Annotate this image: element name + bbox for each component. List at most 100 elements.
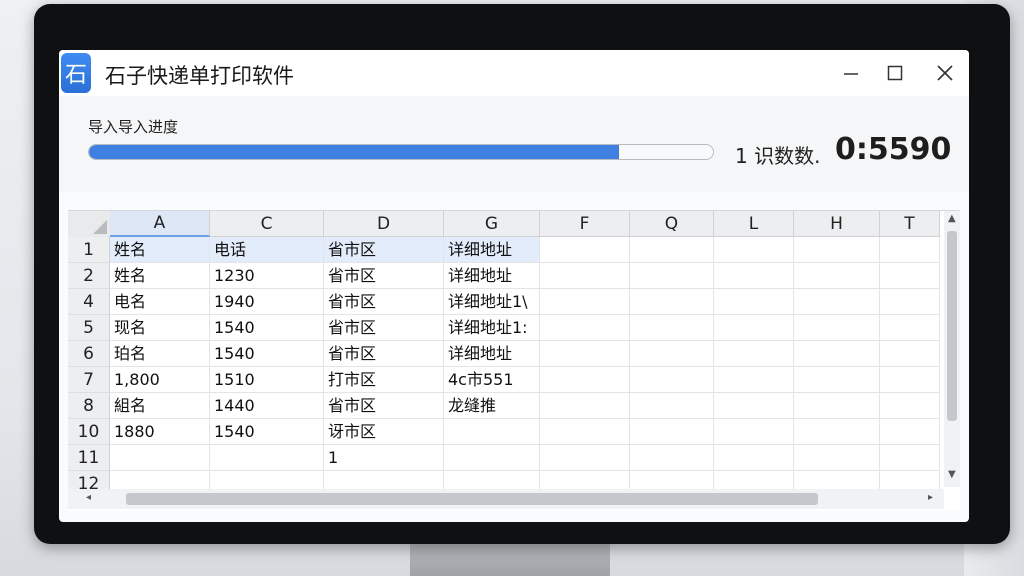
row-header[interactable]: 2 xyxy=(68,263,110,289)
row-header[interactable]: 4 xyxy=(68,289,110,315)
minimize-button[interactable] xyxy=(833,58,869,88)
table-cell[interactable] xyxy=(540,393,630,419)
vertical-scrollbar[interactable]: ▲ ▼ xyxy=(944,211,960,487)
table-cell[interactable] xyxy=(630,367,714,393)
table-cell[interactable] xyxy=(714,445,794,471)
table-cell[interactable] xyxy=(630,393,714,419)
table-cell[interactable]: 1880 xyxy=(110,419,210,445)
table-cell[interactable] xyxy=(714,393,794,419)
table-cell[interactable]: 1940 xyxy=(210,289,324,315)
table-cell[interactable] xyxy=(630,445,714,471)
column-header-q[interactable]: Q xyxy=(630,211,714,237)
table-cell[interactable] xyxy=(794,367,880,393)
column-header-g[interactable]: G xyxy=(444,211,540,237)
table-cell[interactable] xyxy=(540,341,630,367)
horizontal-scrollbar[interactable]: ◂ ▸ xyxy=(68,489,944,509)
column-header-l[interactable]: L xyxy=(714,211,794,237)
spreadsheet-grid[interactable]: A C D G F Q L H T 1 姓名 电话 省市区 详细地址 2 姓名 1230 省市区 详细地址 4 电名 19… xyxy=(68,210,960,511)
row-header[interactable]: 10 xyxy=(68,419,110,445)
table-cell[interactable]: 详细地址 xyxy=(444,341,540,367)
table-cell[interactable]: 讶市区 xyxy=(324,419,444,445)
table-cell[interactable] xyxy=(880,419,940,445)
arrow-up-icon[interactable]: ▲ xyxy=(948,213,956,224)
table-cell[interactable]: 省市区 xyxy=(324,393,444,419)
table-cell[interactable]: 1540 xyxy=(210,315,324,341)
table-cell[interactable]: 4c市551 xyxy=(444,367,540,393)
table-cell[interactable] xyxy=(880,315,940,341)
table-cell[interactable] xyxy=(630,289,714,315)
arrow-down-icon[interactable]: ▼ xyxy=(948,469,956,480)
table-cell[interactable] xyxy=(794,445,880,471)
table-cell[interactable]: 1,800 xyxy=(110,367,210,393)
table-cell[interactable]: 电话 xyxy=(210,237,324,263)
table-cell[interactable]: 省市区 xyxy=(324,341,444,367)
table-cell[interactable] xyxy=(540,263,630,289)
table-cell[interactable]: 省市区 xyxy=(324,315,444,341)
horizontal-scroll-thumb[interactable] xyxy=(126,493,818,505)
table-cell[interactable] xyxy=(880,367,940,393)
table-cell[interactable] xyxy=(630,237,714,263)
select-all-corner[interactable] xyxy=(68,211,111,238)
table-cell[interactable] xyxy=(880,237,940,263)
table-cell[interactable] xyxy=(540,367,630,393)
table-cell[interactable] xyxy=(794,393,880,419)
table-cell[interactable] xyxy=(110,445,210,471)
table-cell[interactable] xyxy=(880,341,940,367)
table-cell[interactable]: 详细地址 xyxy=(444,263,540,289)
table-cell[interactable] xyxy=(714,367,794,393)
table-cell[interactable] xyxy=(540,315,630,341)
row-header[interactable]: 1 xyxy=(68,237,110,263)
table-cell[interactable] xyxy=(540,445,630,471)
table-cell[interactable] xyxy=(444,419,540,445)
table-cell[interactable]: 珀名 xyxy=(110,341,210,367)
table-cell[interactable] xyxy=(630,341,714,367)
table-cell[interactable]: 組名 xyxy=(110,393,210,419)
column-header-t[interactable]: T xyxy=(880,211,940,237)
table-cell[interactable]: 详细地址1\ xyxy=(444,289,540,315)
arrow-left-icon[interactable]: ◂ xyxy=(86,492,91,503)
table-cell[interactable] xyxy=(714,419,794,445)
vertical-scroll-thumb[interactable] xyxy=(947,231,957,421)
table-cell[interactable] xyxy=(630,315,714,341)
table-cell[interactable]: 姓名 xyxy=(110,263,210,289)
table-cell[interactable] xyxy=(794,419,880,445)
row-header[interactable]: 11 xyxy=(68,445,110,471)
column-header-c[interactable]: C xyxy=(210,211,324,237)
table-cell[interactable]: 省市区 xyxy=(324,237,444,263)
table-cell[interactable]: 1 xyxy=(324,445,444,471)
table-cell[interactable]: 1440 xyxy=(210,393,324,419)
table-cell[interactable] xyxy=(714,289,794,315)
table-cell[interactable] xyxy=(880,289,940,315)
column-header-d[interactable]: D xyxy=(324,211,444,237)
table-cell[interactable]: 1230 xyxy=(210,263,324,289)
column-header-h[interactable]: H xyxy=(794,211,880,237)
table-cell[interactable]: 详细地址1: xyxy=(444,315,540,341)
table-cell[interactable] xyxy=(794,341,880,367)
table-cell[interactable] xyxy=(880,263,940,289)
row-header[interactable]: 8 xyxy=(68,393,110,419)
table-cell[interactable] xyxy=(794,237,880,263)
table-cell[interactable]: 电名 xyxy=(110,289,210,315)
column-header-a[interactable]: A xyxy=(110,211,210,237)
table-cell[interactable]: 1510 xyxy=(210,367,324,393)
row-header[interactable]: 5 xyxy=(68,315,110,341)
table-cell[interactable] xyxy=(794,289,880,315)
table-cell[interactable] xyxy=(880,445,940,471)
table-cell[interactable]: 1540 xyxy=(210,419,324,445)
table-cell[interactable]: 龙缝推 xyxy=(444,393,540,419)
row-header[interactable]: 7 xyxy=(68,367,110,393)
table-cell[interactable] xyxy=(540,237,630,263)
table-cell[interactable] xyxy=(714,341,794,367)
close-button[interactable] xyxy=(927,58,963,88)
table-cell[interactable] xyxy=(444,445,540,471)
table-cell[interactable] xyxy=(210,445,324,471)
table-cell[interactable] xyxy=(540,289,630,315)
table-cell[interactable]: 省市区 xyxy=(324,263,444,289)
table-cell[interactable] xyxy=(630,263,714,289)
table-cell[interactable] xyxy=(630,419,714,445)
table-cell[interactable] xyxy=(714,315,794,341)
column-header-f[interactable]: F xyxy=(540,211,630,237)
table-cell[interactable]: 省市区 xyxy=(324,289,444,315)
table-cell[interactable]: 现名 xyxy=(110,315,210,341)
maximize-button[interactable] xyxy=(877,58,913,88)
